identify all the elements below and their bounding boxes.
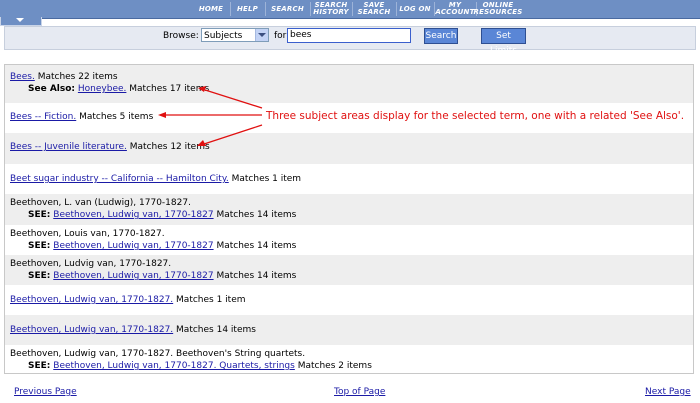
see-link[interactable]: Beethoven, Ludwig van, 1770-1827: [53, 241, 213, 251]
list-item: Bees -- Juvenile literature. Matches 12 …: [5, 133, 693, 164]
top-of-page-link[interactable]: Top of Page: [334, 387, 385, 397]
search-input[interactable]: bees: [287, 28, 411, 43]
nav-log-on-label: LOG ON: [399, 4, 431, 13]
result-link[interactable]: Beethoven, Ludwig van, 1770-1827.: [10, 325, 173, 335]
list-item: Beethoven, Ludwig van, 1770-1827. Beetho…: [5, 345, 693, 373]
list-item: Beet sugar industry -- California -- Ham…: [5, 164, 693, 194]
list-item: Bees. Matches 22 items See Also: Honeybe…: [5, 65, 693, 103]
match-count: Matches 5 items: [79, 112, 154, 122]
nav-help[interactable]: HELP: [231, 0, 264, 18]
list-item: Beethoven, Ludvig van, 1770-1827. SEE: B…: [5, 255, 693, 285]
nav-search-history[interactable]: SEARCH HISTORY: [311, 0, 351, 18]
cross-reference-heading: Beethoven, L. van (Ludwig), 1770-1827.: [10, 198, 191, 208]
nav-search-history-label-2: HISTORY: [313, 8, 349, 16]
see-also-link[interactable]: Honeybee.: [78, 84, 127, 94]
browse-label: Browse:: [163, 31, 199, 41]
result-link[interactable]: Bees -- Fiction.: [10, 112, 76, 122]
annotation-text: Three subject areas display for the sele…: [266, 110, 685, 122]
search-button[interactable]: Search: [424, 28, 458, 44]
next-page-link[interactable]: Next Page: [645, 387, 691, 397]
see-link[interactable]: Beethoven, Ludwig van, 1770-1827: [53, 210, 213, 220]
see-also-label: See Also:: [28, 84, 76, 94]
nav-save-search[interactable]: SAVE SEARCH: [353, 0, 395, 18]
nav-log-on[interactable]: LOG ON: [397, 0, 433, 18]
list-item: Beethoven, Ludwig van, 1770-1827. Matche…: [5, 315, 693, 345]
list-item: Beethoven, Ludwig van, 1770-1827. Matche…: [5, 285, 693, 315]
nav-search[interactable]: SEARCH: [266, 0, 309, 18]
see-label: SEE:: [28, 271, 51, 281]
cross-reference-heading: Beethoven, Louis van, 1770-1827.: [10, 229, 165, 239]
result-link[interactable]: Beet sugar industry -- California -- Ham…: [10, 174, 229, 184]
match-count: Matches 14 items: [216, 271, 297, 281]
result-link[interactable]: Bees.: [10, 72, 35, 82]
nav-online-resources-label-2: RESOURCES: [473, 8, 523, 16]
see-label: SEE:: [28, 241, 51, 251]
list-item: Beethoven, L. van (Ludwig), 1770-1827. S…: [5, 194, 693, 225]
nav-home[interactable]: HOME: [193, 0, 229, 18]
cross-reference-heading: Beethoven, Ludvig van, 1770-1827.: [10, 259, 172, 269]
nav-my-account[interactable]: MY ACCOUNT: [435, 0, 475, 18]
match-count: Matches 12 items: [129, 142, 210, 152]
set-limits-button[interactable]: Set Limits: [481, 28, 526, 56]
see-label: SEE:: [28, 361, 51, 371]
list-item: Beethoven, Louis van, 1770-1827. SEE: Be…: [5, 225, 693, 255]
for-label: for: [274, 31, 287, 41]
browse-type-value: Subjects: [204, 31, 243, 41]
collapse-tab[interactable]: [0, 17, 42, 26]
match-count: Matches 17 items: [129, 84, 210, 94]
result-link[interactable]: Beethoven, Ludwig van, 1770-1827.: [10, 295, 173, 305]
cross-reference-heading: Beethoven, Ludwig van, 1770-1827. Beetho…: [10, 349, 306, 359]
nav-help-label: HELP: [236, 4, 259, 13]
result-link[interactable]: Bees -- Juvenile literature.: [10, 142, 127, 152]
nav-save-search-label-2: SEARCH: [357, 8, 391, 16]
nav-online-resources[interactable]: ONLINE RESOURCES: [474, 0, 523, 18]
browse-type-select[interactable]: Subjects: [201, 28, 269, 42]
match-count: Matches 1 item: [176, 295, 246, 305]
see-link[interactable]: Beethoven, Ludwig van, 1770-1827. Quarte…: [53, 361, 295, 371]
previous-page-link[interactable]: Previous Page: [14, 387, 77, 397]
match-count: Matches 14 items: [176, 325, 256, 335]
nav-home-label: HOME: [198, 4, 224, 13]
match-count: Matches 22 items: [37, 72, 118, 82]
see-link[interactable]: Beethoven, Ludwig van, 1770-1827: [53, 271, 213, 281]
nav-my-account-label-2: ACCOUNT: [435, 8, 475, 16]
see-label: SEE:: [28, 210, 51, 220]
match-count: Matches 14 items: [216, 210, 297, 220]
match-count: Matches 1 item: [231, 174, 302, 184]
dropdown-arrow-icon[interactable]: [255, 29, 268, 41]
match-count: Matches 2 items: [297, 361, 372, 371]
nav-search-label: SEARCH: [271, 4, 304, 13]
chevron-down-icon: [16, 18, 24, 22]
match-count: Matches 14 items: [216, 241, 297, 251]
